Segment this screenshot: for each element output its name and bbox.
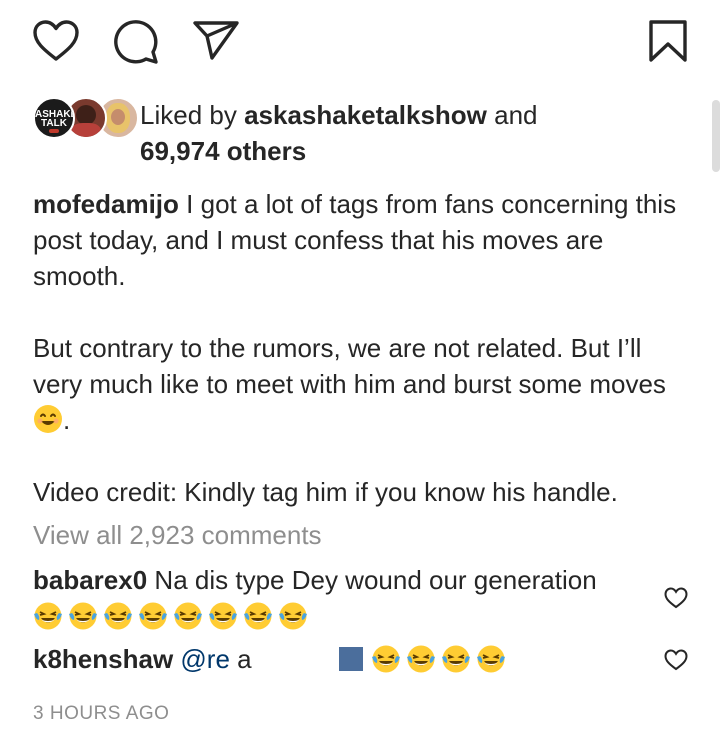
comment-row: k8henshaw @re a: [33, 641, 643, 677]
laughing-crying-emoji-icon: [244, 602, 272, 630]
action-bar: [0, 0, 720, 90]
laughing-crying-emoji-icon: [441, 645, 470, 673]
blue-square-icon: [338, 647, 363, 671]
smiling-emoji-icon: [34, 405, 62, 433]
liked-by-prefix: Liked by: [140, 100, 237, 130]
comment-username[interactable]: babarex0: [33, 565, 147, 595]
laughing-crying-emoji-icon: [371, 645, 400, 673]
comment-username[interactable]: k8henshaw: [33, 644, 173, 674]
heart-icon[interactable]: [33, 20, 79, 62]
others-link[interactable]: 69,974 others: [140, 136, 306, 166]
post-caption: mofedamijo I got a lot of tags from fans…: [33, 186, 693, 510]
liked-by-and: and: [494, 100, 538, 130]
laughing-crying-emoji-icon: [69, 602, 97, 630]
caption-para-2: But contrary to the rumors, we are not r…: [33, 330, 693, 438]
scrollbar[interactable]: [712, 100, 720, 172]
caption-username[interactable]: mofedamijo: [33, 189, 179, 219]
comment-emojis: [371, 644, 506, 674]
comment-row: babarex0 Na dis type Dey wound our gener…: [33, 562, 643, 634]
liker-avatars[interactable]: ASHAKE TALK: [33, 97, 139, 139]
laughing-crying-emoji-icon: [174, 602, 202, 630]
laughing-crying-emoji-icon: [104, 602, 132, 630]
caption-text-2: But contrary to the rumors, we are not r…: [33, 333, 666, 399]
comment-fragment: a: [237, 644, 252, 674]
caption-para-3: Video credit: Kindly tag him if you know…: [33, 477, 618, 507]
bookmark-icon[interactable]: [648, 19, 688, 63]
laughing-crying-emoji-icon: [209, 602, 237, 630]
laughing-crying-emoji-icon: [406, 645, 435, 673]
comment-emojis: [33, 601, 308, 631]
laughing-crying-emoji-icon: [476, 645, 505, 673]
comment-text: Na dis type Dey wound our generation: [154, 565, 597, 595]
caption-text-2-end: .: [63, 405, 71, 435]
laughing-crying-emoji-icon: [279, 602, 307, 630]
liked-by-text: Liked by askashaketalkshow and 69,974 ot…: [140, 97, 680, 169]
share-icon[interactable]: [192, 19, 240, 61]
laughing-crying-emoji-icon: [34, 602, 62, 630]
comment-icon[interactable]: [112, 19, 160, 65]
view-all-comments-link[interactable]: View all 2,923 comments: [33, 517, 322, 553]
caption-para-1: mofedamijo I got a lot of tags from fans…: [33, 186, 693, 294]
comment-like-icon[interactable]: [664, 649, 688, 671]
post-timestamp: 3 HOURS AGO: [33, 703, 170, 724]
comment-like-icon[interactable]: [664, 587, 688, 609]
avatar[interactable]: ASHAKE TALK: [33, 97, 75, 139]
liked-by-user-link[interactable]: askashaketalkshow: [244, 100, 487, 130]
comment-mention[interactable]: @re: [180, 644, 230, 674]
laughing-crying-emoji-icon: [139, 602, 167, 630]
